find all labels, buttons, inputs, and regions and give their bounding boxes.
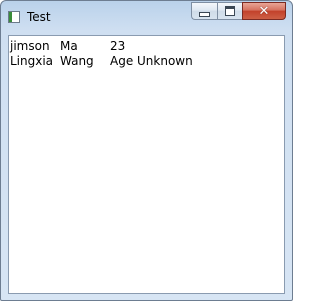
caption-buttons: ✕ xyxy=(191,2,286,20)
maximize-icon xyxy=(225,6,235,16)
first-name: Lingxia xyxy=(10,54,54,68)
minimize-icon xyxy=(199,11,210,17)
window-icon[interactable] xyxy=(8,11,20,23)
close-icon: ✕ xyxy=(258,3,270,19)
first-name: jimson xyxy=(10,39,50,53)
last-name: Wang xyxy=(60,54,94,68)
last-name: Ma xyxy=(60,39,78,53)
window-title: Test xyxy=(27,10,51,24)
client-area: jimson Ma 23 Lingxia Wang Age Unknown xyxy=(8,35,285,294)
minimize-button[interactable] xyxy=(191,2,217,20)
close-button[interactable]: ✕ xyxy=(242,2,286,20)
age: 23 xyxy=(110,39,126,53)
title-bar[interactable]: Test ✕ xyxy=(1,1,292,31)
app-window: Test ✕ jimson Ma 23 Lingxia Wang Age Unk… xyxy=(0,0,293,301)
maximize-button[interactable] xyxy=(217,2,242,20)
age: Age Unknown xyxy=(110,54,193,68)
